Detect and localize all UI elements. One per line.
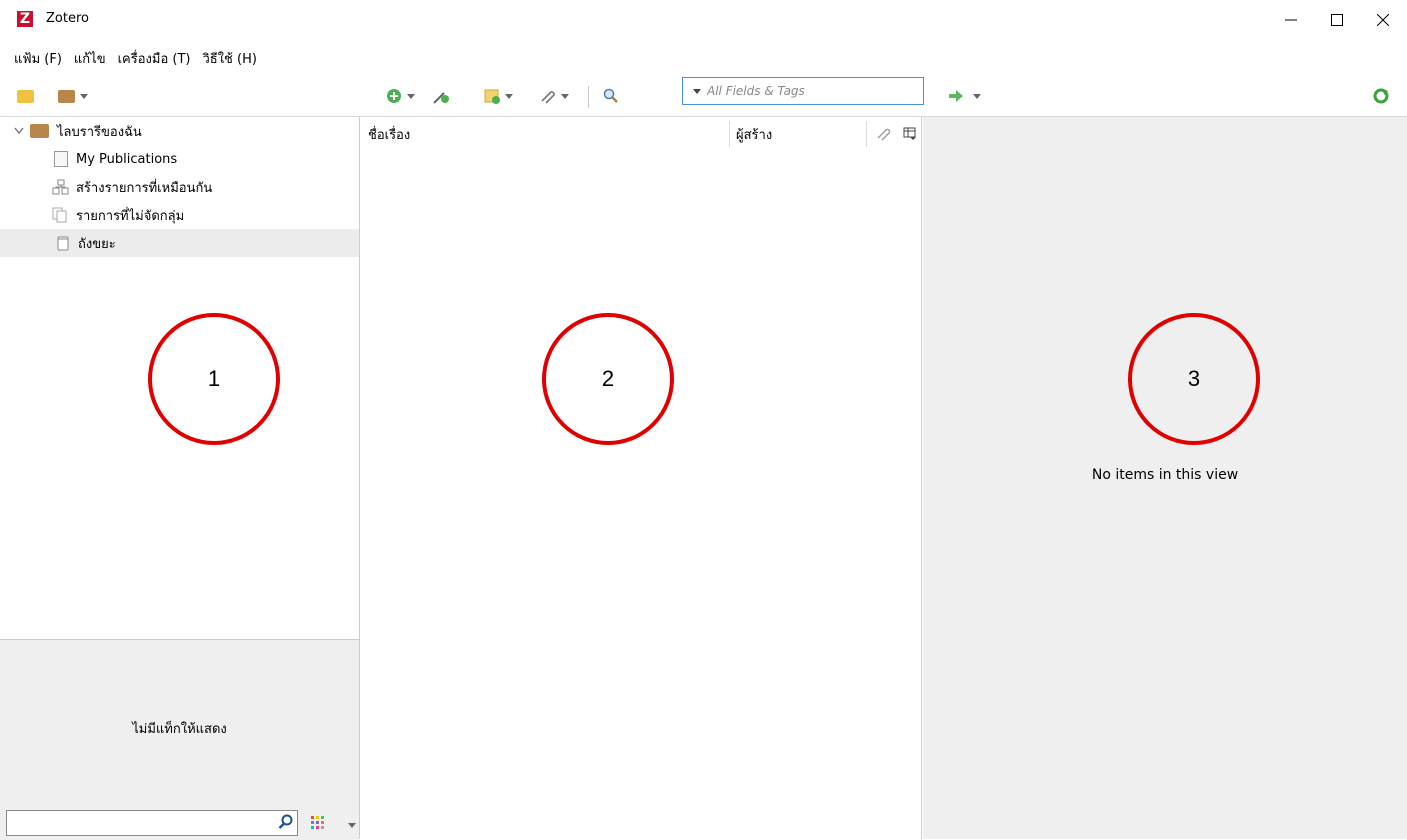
collections-pane: ไลบรารีของฉัน My Publications สร้างรายกา… — [0, 117, 360, 840]
column-picker-button[interactable] — [903, 117, 917, 151]
annotation-number: 3 — [1187, 366, 1201, 391]
menu-help[interactable]: วิธีใช้ (H) — [202, 48, 256, 70]
annotation-number: 2 — [601, 366, 615, 391]
new-library-button[interactable] — [58, 86, 88, 106]
chevron-down-icon — [407, 93, 415, 99]
collection-unfiled[interactable]: รายการที่ไม่จัดกลุ่ม — [0, 201, 359, 229]
column-header-attachments[interactable] — [876, 117, 890, 151]
collection-label: ถังขยะ — [78, 236, 116, 252]
item-pane: 3 No items in this view — [923, 117, 1407, 839]
search-field[interactable] — [682, 77, 924, 105]
collection-label: My Publications — [76, 151, 178, 167]
collection-my-publications[interactable]: My Publications — [0, 145, 359, 173]
window-title: Zotero — [46, 11, 89, 26]
new-collection-icon — [17, 89, 34, 103]
new-item-button[interactable] — [386, 86, 415, 106]
close-icon — [1377, 14, 1389, 26]
add-by-identifier-button[interactable] — [432, 86, 450, 106]
paperclip-icon — [877, 128, 890, 141]
empty-view-message: No items in this view — [1091, 467, 1239, 483]
chevron-down-icon — [505, 93, 513, 99]
trash-icon — [57, 236, 69, 251]
arrow-right-icon — [949, 90, 963, 102]
new-note-button[interactable] — [484, 86, 513, 106]
close-button[interactable] — [1360, 0, 1406, 40]
tag-filter-input[interactable] — [7, 811, 275, 833]
menu-bar: แฟ้ม (F) แก้ไข เครื่องมือ (T) วิธีใช้ (H… — [0, 48, 257, 70]
menu-tools[interactable]: เครื่องมือ (T) — [118, 48, 191, 70]
tag-actions-dropdown-icon[interactable] — [348, 823, 356, 828]
annotation-circle-3: 3 — [1128, 313, 1260, 445]
column-header-creator[interactable]: ผู้สร้าง — [736, 117, 772, 151]
collection-label: สร้างรายการที่เหมือนกัน — [76, 180, 213, 196]
tag-empty-message: ไม่มีแท็กให้แสดง — [132, 722, 227, 737]
title-bar: Z Zotero — [0, 0, 1407, 40]
annotation-number: 1 — [207, 366, 221, 391]
tag-selector: ไม่มีแท็กให้แสดง — [0, 639, 359, 840]
column-divider[interactable] — [729, 121, 730, 147]
chevron-down-icon — [561, 93, 569, 99]
note-icon — [484, 89, 500, 104]
minimize-icon — [1285, 19, 1297, 21]
paperclip-icon — [541, 91, 555, 104]
collection-my-library[interactable]: ไลบรารีของฉัน — [0, 117, 359, 145]
tag-colors-icon[interactable] — [311, 816, 325, 830]
collection-duplicates[interactable]: สร้างรายการที่เหมือนกัน — [0, 173, 359, 201]
new-library-icon — [58, 89, 75, 103]
maximize-icon — [1331, 14, 1343, 26]
annotation-circle-1: 1 — [148, 313, 280, 445]
new-collection-button[interactable] — [17, 86, 34, 106]
sync-icon — [1373, 88, 1389, 104]
collection-label: รายการที่ไม่จัดกลุ่ม — [76, 208, 185, 224]
add-item-icon — [387, 89, 401, 103]
zotero-logo-icon: Z — [17, 11, 33, 27]
maximize-button[interactable] — [1314, 0, 1360, 40]
search-icon — [603, 88, 618, 103]
chevron-down-icon — [973, 93, 981, 99]
items-pane: ชื่อเรื่อง ผู้สร้าง 2 — [360, 117, 922, 839]
chevron-down-icon — [80, 93, 88, 99]
search-icon — [278, 814, 293, 829]
collection-trash[interactable]: ถังขยะ — [0, 229, 359, 257]
column-header-title[interactable]: ชื่อเรื่อง — [368, 117, 410, 151]
publications-icon — [54, 151, 68, 167]
toolbar-separator — [588, 86, 589, 108]
locate-button[interactable] — [948, 86, 981, 106]
annotation-circle-2: 2 — [542, 313, 674, 445]
magic-wand-icon — [433, 92, 449, 104]
minimize-button[interactable] — [1268, 0, 1314, 40]
search-mode-dropdown-icon[interactable] — [693, 88, 701, 94]
collection-label: ไลบรารีของฉัน — [57, 124, 142, 140]
chevron-down-icon[interactable] — [14, 127, 24, 135]
library-icon — [30, 124, 49, 138]
menu-edit[interactable]: แก้ไข — [74, 48, 106, 70]
advanced-search-button[interactable] — [603, 86, 619, 106]
search-input[interactable] — [707, 84, 907, 98]
add-attachment-button[interactable] — [538, 86, 569, 106]
column-divider[interactable] — [866, 121, 867, 147]
tag-filter-field[interactable] — [6, 810, 298, 836]
duplicates-icon — [52, 179, 69, 195]
menu-file[interactable]: แฟ้ม (F) — [14, 48, 62, 70]
sync-button[interactable] — [1373, 86, 1389, 106]
unfiled-icon — [52, 207, 67, 223]
column-picker-icon — [903, 127, 916, 140]
